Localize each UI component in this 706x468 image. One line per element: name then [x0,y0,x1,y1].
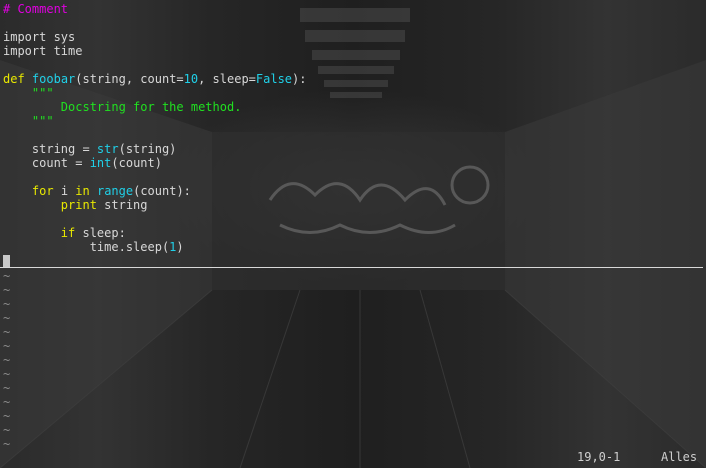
code-token-plain: (string, count= [75,72,184,86]
empty-line-tilde: ~ [3,381,11,395]
code-token-plain: (count) [111,156,162,170]
code-token-comment: # Comment [3,2,69,16]
empty-line-tilde: ~ [3,339,11,353]
terminal-window[interactable]: # Comment import sys import time def foobar… [0,0,706,468]
status-line: 19,0-1 Alles [0,449,706,465]
code-line[interactable] [3,170,306,184]
code-token-number: 10 [183,72,199,86]
code-token-plain: ) [176,240,184,254]
empty-line-markers: ~ ~ ~ ~ ~ ~ ~ ~ ~ ~ ~ ~ ~ [3,269,10,451]
code-token-plain: string = [3,142,97,156]
code-line[interactable]: Docstring for the method. [3,100,306,114]
code-token-builtin: str [96,142,119,156]
window-separator [0,267,703,268]
empty-line-tilde: ~ [3,283,11,297]
code-token-plain: (string) [118,142,177,156]
code-token-plain: (count): [133,184,191,198]
empty-line-tilde: ~ [3,269,11,283]
scroll-position: Alles [661,450,698,464]
code-line[interactable]: import time [3,44,306,58]
code-token-plain: time.sleep( [3,240,170,254]
code-line[interactable] [3,212,306,226]
empty-line-tilde: ~ [3,325,11,339]
code-token-plain: count = [3,156,90,170]
code-token-keyword: in [75,184,90,198]
code-token-plain: sys [46,30,76,44]
code-line[interactable]: """ [3,86,306,100]
empty-line-tilde: ~ [3,297,11,311]
code-token-plain: ): [292,72,307,86]
code-token-string: """ [3,114,54,128]
empty-line-tilde: ~ [3,395,11,409]
code-token-plain: i [53,184,76,198]
code-token-builtin: int [89,156,112,170]
code-token-string: """ [3,86,54,100]
code-line[interactable]: string = str(string) [3,142,306,156]
code-token-keyword: def [3,72,25,86]
cursor-position: 19,0-1 [577,450,621,464]
code-token-const: False [255,72,293,86]
code-line[interactable]: print string [3,198,306,212]
code-token-builtin: range [96,184,134,198]
empty-line-tilde: ~ [3,353,11,367]
empty-line-tilde: ~ [3,311,11,325]
code-line[interactable]: if sleep: [3,226,306,240]
code-token-plain: , sleep= [198,72,256,86]
code-line[interactable] [3,58,306,72]
code-line[interactable]: for i in range(count): [3,184,306,198]
code-line[interactable] [3,128,306,142]
empty-line-tilde: ~ [3,423,11,437]
code-token-funcname: foobar [31,72,76,86]
code-token-plain: import [3,30,47,44]
code-token-plain: time [46,44,83,58]
code-line[interactable]: def foobar(string, count=10, sleep=False… [3,72,306,86]
code-token-keyword: print [60,198,97,212]
code-line[interactable]: import sys [3,30,306,44]
code-token-plain: sleep: [75,226,126,240]
code-token-string: Docstring for the method. [3,100,242,114]
code-token-keyword: for [31,184,54,198]
code-line[interactable]: # Comment [3,2,306,16]
code-token-plain: string [96,198,148,212]
code-line[interactable] [3,16,306,30]
code-token-keyword: if [60,226,76,240]
code-token-plain: import [3,44,47,58]
code-line[interactable]: count = int(count) [3,156,306,170]
code-buffer[interactable]: # Comment import sys import time def foobar… [3,2,306,254]
empty-line-tilde: ~ [3,409,11,423]
empty-line-tilde: ~ [3,367,11,381]
code-line[interactable]: time.sleep(1) [3,240,306,254]
code-line[interactable]: """ [3,114,306,128]
